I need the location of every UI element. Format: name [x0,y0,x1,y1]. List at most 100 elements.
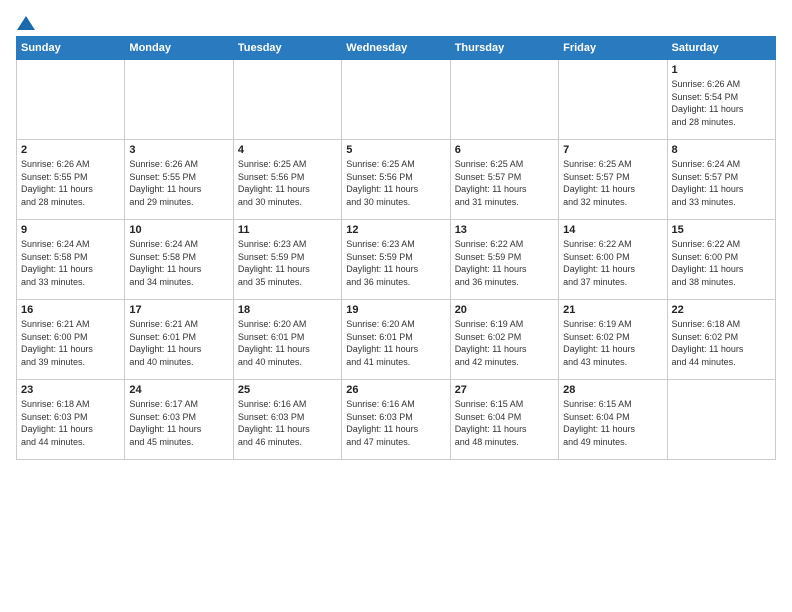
calendar-cell: 26 Sunrise: 6:16 AM Sunset: 6:03 PM Dayli… [342,380,450,460]
day-number: 3 [129,144,228,156]
day-info: Sunrise: 6:26 AM Sunset: 5:54 PM Dayligh… [672,78,771,128]
calendar-cell: 1 Sunrise: 6:26 AM Sunset: 5:54 PM Daylig… [667,60,775,140]
day-number: 13 [455,224,554,236]
page-header [16,16,776,28]
day-number: 2 [21,144,120,156]
calendar-cell [17,60,125,140]
day-number: 28 [563,384,662,396]
calendar-cell: 5 Sunrise: 6:25 AM Sunset: 5:56 PM Daylig… [342,140,450,220]
calendar-cell: 7 Sunrise: 6:25 AM Sunset: 5:57 PM Daylig… [559,140,667,220]
calendar-cell: 24 Sunrise: 6:17 AM Sunset: 6:03 PM Dayli… [125,380,233,460]
day-number: 20 [455,304,554,316]
calendar-week-row: 2 Sunrise: 6:26 AM Sunset: 5:55 PM Daylig… [17,140,776,220]
weekday-header-friday: Friday [559,37,667,60]
day-info: Sunrise: 6:16 AM Sunset: 6:03 PM Dayligh… [346,398,445,448]
calendar-cell: 10Sunrise: 6:24 AM Sunset: 5:58 PM Dayli… [125,220,233,300]
calendar-cell: 17 Sunrise: 6:21 AM Sunset: 6:01 PM Dayli… [125,300,233,380]
weekday-header-tuesday: Tuesday [233,37,341,60]
calendar-cell: 14 Sunrise: 6:22 AM Sunset: 6:00 PM Dayli… [559,220,667,300]
weekday-header-sunday: Sunday [17,37,125,60]
day-info: Sunrise: 6:18 AM Sunset: 6:02 PM Dayligh… [672,318,771,368]
calendar-week-row: 9 Sunrise: 6:24 AM Sunset: 5:58 PM Daylig… [17,220,776,300]
day-number: 14 [563,224,662,236]
weekday-header-thursday: Thursday [450,37,558,60]
calendar-cell [125,60,233,140]
day-info: Sunrise: 6:22 AM Sunset: 6:00 PM Dayligh… [563,238,662,288]
day-number: 24 [129,384,228,396]
day-info: Sunrise: 6:26 AM Sunset: 5:55 PM Dayligh… [129,158,228,208]
calendar-week-row: 16 Sunrise: 6:21 AM Sunset: 6:00 PM Dayli… [17,300,776,380]
calendar-cell: 25Sunrise: 6:16 AM Sunset: 6:03 PM Dayli… [233,380,341,460]
day-info: Sunrise: 6:26 AM Sunset: 5:55 PM Dayligh… [21,158,120,208]
calendar-cell: 13 Sunrise: 6:22 AM Sunset: 5:59 PM Dayli… [450,220,558,300]
day-info: Sunrise: 6:16 AM Sunset: 6:03 PM Dayligh… [238,398,337,448]
day-info: Sunrise: 6:24 AM Sunset: 5:57 PM Dayligh… [672,158,771,208]
day-info: Sunrise: 6:24 AM Sunset: 5:58 PM Dayligh… [21,238,120,288]
day-info: Sunrise: 6:22 AM Sunset: 5:59 PM Dayligh… [455,238,554,288]
weekday-header-wednesday: Wednesday [342,37,450,60]
day-info: Sunrise: 6:18 AM Sunset: 6:03 PM Dayligh… [21,398,120,448]
calendar-cell: 20 Sunrise: 6:19 AM Sunset: 6:02 PM Dayli… [450,300,558,380]
calendar-cell: 8 Sunrise: 6:24 AM Sunset: 5:57 PM Daylig… [667,140,775,220]
day-info: Sunrise: 6:17 AM Sunset: 6:03 PM Dayligh… [129,398,228,448]
day-number: 17 [129,304,228,316]
logo-icon [17,16,35,30]
day-number: 8 [672,144,771,156]
day-info: Sunrise: 6:19 AM Sunset: 6:02 PM Dayligh… [563,318,662,368]
calendar-cell [342,60,450,140]
day-info: Sunrise: 6:20 AM Sunset: 6:01 PM Dayligh… [346,318,445,368]
calendar-cell: 21 Sunrise: 6:19 AM Sunset: 6:02 PM Dayli… [559,300,667,380]
day-number: 12 [346,224,445,236]
day-number: 11 [238,224,337,236]
calendar-cell: 27 Sunrise: 6:15 AM Sunset: 6:04 PM Dayli… [450,380,558,460]
day-number: 26 [346,384,445,396]
calendar-cell: 9 Sunrise: 6:24 AM Sunset: 5:58 PM Daylig… [17,220,125,300]
day-number: 23 [21,384,120,396]
day-number: 22 [672,304,771,316]
day-number: 7 [563,144,662,156]
day-info: Sunrise: 6:19 AM Sunset: 6:02 PM Dayligh… [455,318,554,368]
day-info: Sunrise: 6:15 AM Sunset: 6:04 PM Dayligh… [563,398,662,448]
day-info: Sunrise: 6:21 AM Sunset: 6:01 PM Dayligh… [129,318,228,368]
day-info: Sunrise: 6:25 AM Sunset: 5:57 PM Dayligh… [455,158,554,208]
calendar-cell: 3 Sunrise: 6:26 AM Sunset: 5:55 PM Daylig… [125,140,233,220]
day-info: Sunrise: 6:15 AM Sunset: 6:04 PM Dayligh… [455,398,554,448]
day-info: Sunrise: 6:21 AM Sunset: 6:00 PM Dayligh… [21,318,120,368]
calendar-cell: 12 Sunrise: 6:23 AM Sunset: 5:59 PM Dayli… [342,220,450,300]
calendar-table: SundayMondayTuesdayWednesdayThursdayFrid… [16,36,776,460]
calendar-cell: 22 Sunrise: 6:18 AM Sunset: 6:02 PM Dayli… [667,300,775,380]
calendar-cell: 4 Sunrise: 6:25 AM Sunset: 5:56 PM Daylig… [233,140,341,220]
day-number: 18 [238,304,337,316]
day-info: Sunrise: 6:20 AM Sunset: 6:01 PM Dayligh… [238,318,337,368]
day-info: Sunrise: 6:23 AM Sunset: 5:59 PM Dayligh… [238,238,337,288]
calendar-cell: 11 Sunrise: 6:23 AM Sunset: 5:59 PM Dayli… [233,220,341,300]
day-number: 15 [672,224,771,236]
day-number: 27 [455,384,554,396]
calendar-cell: 19 Sunrise: 6:20 AM Sunset: 6:01 PM Dayli… [342,300,450,380]
day-number: 19 [346,304,445,316]
day-info: Sunrise: 6:25 AM Sunset: 5:57 PM Dayligh… [563,158,662,208]
calendar-cell [450,60,558,140]
calendar-cell: 23 Sunrise: 6:18 AM Sunset: 6:03 PM Dayli… [17,380,125,460]
day-info: Sunrise: 6:23 AM Sunset: 5:59 PM Dayligh… [346,238,445,288]
day-info: Sunrise: 6:25 AM Sunset: 5:56 PM Dayligh… [346,158,445,208]
day-number: 10 [129,224,228,236]
calendar-week-row: 23 Sunrise: 6:18 AM Sunset: 6:03 PM Dayli… [17,380,776,460]
calendar-cell: 6 Sunrise: 6:25 AM Sunset: 5:57 PM Daylig… [450,140,558,220]
day-number: 4 [238,144,337,156]
day-number: 5 [346,144,445,156]
calendar-cell: 16 Sunrise: 6:21 AM Sunset: 6:00 PM Dayli… [17,300,125,380]
day-info: Sunrise: 6:22 AM Sunset: 6:00 PM Dayligh… [672,238,771,288]
day-number: 1 [672,64,771,76]
calendar-cell: 15 Sunrise: 6:22 AM Sunset: 6:00 PM Dayli… [667,220,775,300]
day-number: 9 [21,224,120,236]
calendar-cell [559,60,667,140]
calendar-cell [233,60,341,140]
day-number: 6 [455,144,554,156]
calendar-week-row: 1 Sunrise: 6:26 AM Sunset: 5:54 PM Daylig… [17,60,776,140]
weekday-header-saturday: Saturday [667,37,775,60]
day-number: 21 [563,304,662,316]
logo [16,16,35,28]
day-info: Sunrise: 6:25 AM Sunset: 5:56 PM Dayligh… [238,158,337,208]
day-number: 16 [21,304,120,316]
